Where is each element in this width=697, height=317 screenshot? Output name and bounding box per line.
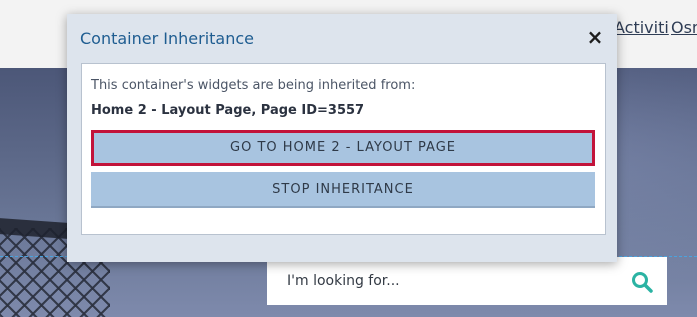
inheritance-description: This container's widgets are being inher… <box>91 78 416 93</box>
inheritance-source: Home 2 - Layout Page, Page ID=3557 <box>91 103 365 118</box>
go-to-layout-page-button[interactable]: GO TO HOME 2 - LAYOUT PAGE <box>91 130 595 166</box>
nav-link-osm[interactable]: Osm <box>671 18 697 37</box>
search-input[interactable]: I'm looking for... <box>287 273 400 289</box>
search-icon[interactable] <box>631 271 653 293</box>
modal-title: Container Inheritance <box>80 29 254 48</box>
container-inheritance-modal: Container Inheritance × This container's… <box>67 14 617 262</box>
nav-link-activities[interactable]: Activiti <box>614 18 669 37</box>
close-icon[interactable]: × <box>584 26 606 48</box>
stop-inheritance-button[interactable]: STOP INHERITANCE <box>91 172 595 208</box>
search-bar[interactable]: I'm looking for... <box>267 257 667 305</box>
modal-body: This container's widgets are being inher… <box>81 63 606 235</box>
